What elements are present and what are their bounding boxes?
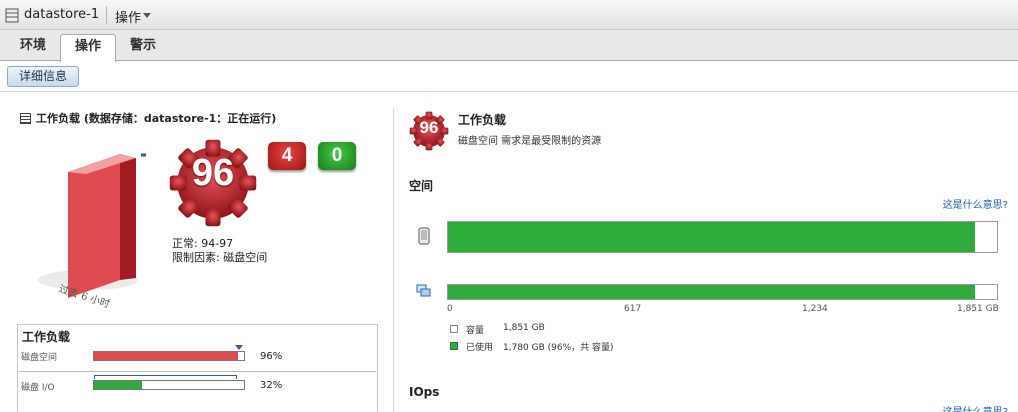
workload-3d-bar: [38, 153, 146, 298]
limiting-factor: 限制因素: 磁盘空间: [172, 251, 268, 264]
legend-label: 已使用: [466, 343, 494, 353]
workload-bar-fill: [94, 381, 142, 389]
iops-section-title: IOps: [409, 385, 440, 399]
critical-alert-badge[interactable]: 4: [268, 142, 306, 170]
space-section-title: 空间: [409, 179, 434, 193]
host-icon: [418, 227, 430, 245]
axis-tick-label: 1,851 GB: [957, 304, 999, 314]
capacity-bar-fill: [448, 222, 976, 252]
workload-score: 96: [419, 118, 439, 137]
axis-tick-label: 0: [447, 304, 453, 314]
details-button[interactable]: 详细信息: [7, 66, 79, 87]
axis-tick-label: 1,234: [802, 304, 828, 314]
title-bar: datastore-1 操作: [0, 0, 1018, 30]
divider: [19, 371, 376, 372]
workload-panel-title: 工作负载: [22, 330, 71, 344]
datastore-icon: [20, 113, 31, 124]
tab-alerts[interactable]: 警示: [118, 34, 168, 61]
divider: [0, 91, 1018, 92]
workload-subtitle: 磁盘空间 需求是最受限制的资源: [458, 136, 602, 147]
ok-alert-badge[interactable]: 0: [318, 142, 356, 170]
divider: [393, 108, 394, 412]
workload-row-label: 磁盘空间: [21, 353, 58, 363]
legend-swatch-capacity: [450, 325, 458, 333]
workload-percent: 96%: [260, 351, 283, 362]
capacity-bar: [447, 284, 998, 300]
tab-environment[interactable]: 环境: [8, 34, 58, 61]
range-bracket: [94, 375, 237, 379]
marker-icon: [235, 345, 243, 350]
workload-bar-fill: [94, 352, 238, 360]
workload-title: 工作负载: [458, 113, 507, 127]
workload-bar: [93, 351, 245, 361]
help-link[interactable]: 这是什么意思?: [943, 403, 1008, 412]
workload-row-label: 磁盘 I/O: [21, 383, 55, 393]
datastore-icon: [5, 8, 19, 23]
legend-value: 1,780 GB (96%，共 容量): [503, 343, 614, 353]
capacity-bar: [447, 221, 998, 253]
help-link[interactable]: 这是什么意思?: [943, 196, 1008, 211]
legend-label: 容量: [466, 326, 485, 336]
divider: [106, 6, 107, 24]
workload-panel: [17, 324, 378, 412]
workload-score: 96: [191, 152, 235, 194]
legend-swatch-used: [450, 342, 458, 350]
chevron-down-icon[interactable]: [143, 13, 151, 18]
tab-operations[interactable]: 操作: [60, 34, 116, 62]
page-title: datastore-1: [24, 7, 100, 22]
workload-heading: 工作负载 (数据存储：datastore-1：正在运行): [20, 110, 276, 126]
axis-tick-label: 617: [624, 304, 642, 314]
vm-icon: [416, 284, 431, 297]
capacity-bar-fill: [448, 285, 976, 299]
legend-value: 1,851 GB: [503, 323, 545, 333]
tab-bar: 环境 操作 警示: [0, 30, 1018, 62]
workload-percent: 32%: [260, 380, 283, 391]
workload-bar: [93, 380, 245, 390]
actions-menu[interactable]: 操作: [115, 7, 141, 26]
